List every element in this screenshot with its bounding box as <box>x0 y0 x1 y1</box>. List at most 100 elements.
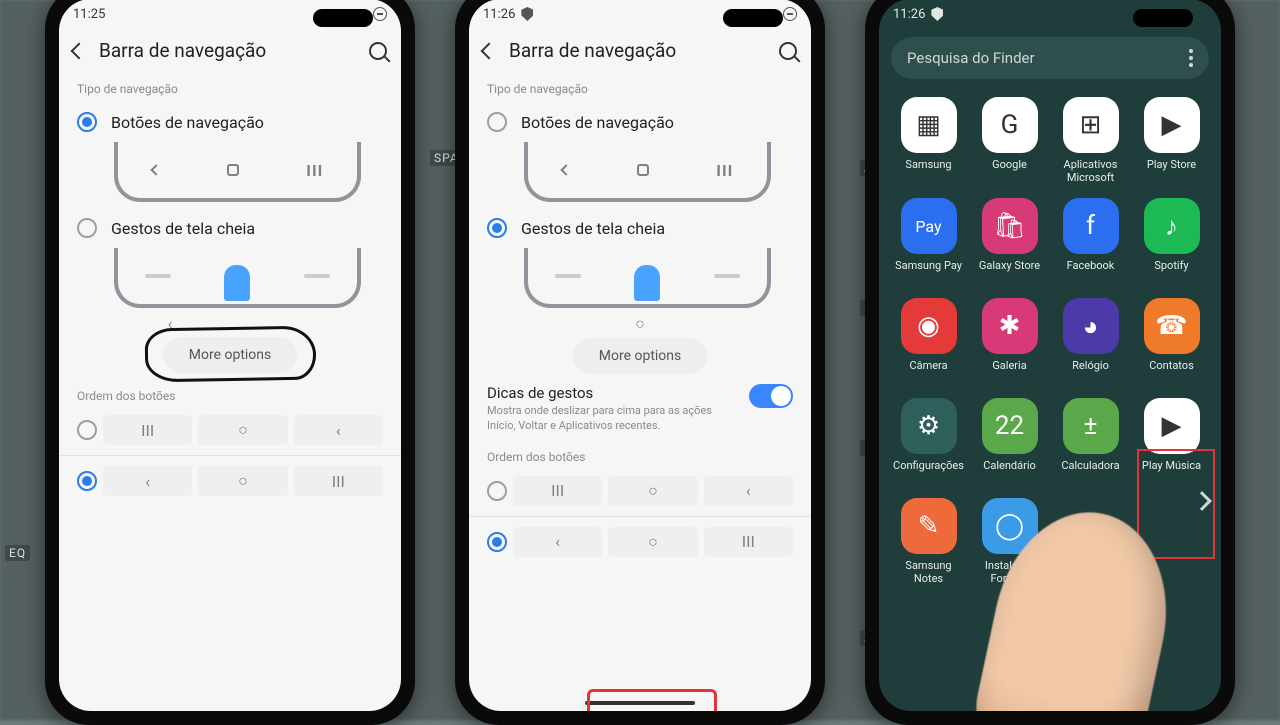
order-glyph: ○ <box>608 527 697 557</box>
app-configurações[interactable]: ⚙Configurações <box>891 398 966 484</box>
option-label: Botões de navegação <box>111 113 264 132</box>
app-icon: ◕ <box>1063 298 1119 354</box>
app-icon: ☎ <box>1144 298 1200 354</box>
order-option-2[interactable]: ‹ ○ III <box>59 460 401 502</box>
app-calendário[interactable]: 22 Calendário <box>972 398 1047 484</box>
app-relógio[interactable]: ◕Relógio <box>1053 298 1128 384</box>
option-gestures[interactable]: Gestos de tela cheia <box>59 208 401 248</box>
page-title: Barra de navegação <box>509 39 676 62</box>
option-label: Botões de navegação <box>521 113 674 132</box>
app-icon: Pay <box>901 198 957 254</box>
annotation-red-bracket <box>587 689 717 711</box>
section-nav-type: Tipo de navegação <box>469 76 811 102</box>
gesture-hints-row[interactable]: Dicas de gestos Mostra onde deslizar par… <box>469 382 811 444</box>
camera-cutout <box>723 9 783 27</box>
app-label: Calendário <box>983 460 1036 484</box>
option-gestures[interactable]: Gestos de tela cheia <box>469 208 811 248</box>
order-glyph: ‹ <box>704 476 793 506</box>
app-icon: f <box>1063 198 1119 254</box>
order-glyph: ○ <box>608 476 697 506</box>
app-icon: ◉ <box>901 298 957 354</box>
order-glyph: ‹ <box>294 415 383 445</box>
order-glyph: III <box>103 415 192 445</box>
back-glyph-icon <box>150 164 161 175</box>
gesture-bar-icon <box>145 274 171 278</box>
home-glyph-icon <box>637 164 649 176</box>
option-nav-buttons[interactable]: Botões de navegação <box>59 102 401 142</box>
app-galaxy-store[interactable]: 🛍Galaxy Store <box>972 198 1047 284</box>
order-option-1[interactable]: III ○ ‹ <box>59 409 401 451</box>
app-label: Contatos <box>1149 360 1194 384</box>
back-icon[interactable] <box>71 42 88 59</box>
shield-icon <box>931 7 943 21</box>
app-icon: ▶ <box>1144 398 1200 454</box>
app-icon: ⚙ <box>901 398 957 454</box>
app-galeria[interactable]: ✱Galeria <box>972 298 1047 384</box>
app-icon: ± <box>1063 398 1119 454</box>
app-play-store[interactable]: ▶ Play Store <box>1134 97 1209 184</box>
option-nav-buttons[interactable]: Botões de navegação <box>469 102 811 142</box>
dnd-icon <box>783 7 797 21</box>
camera-cutout <box>313 9 373 27</box>
more-options-button[interactable]: More options <box>163 337 298 373</box>
app-label: Google <box>992 159 1027 183</box>
gesture-bar-icon <box>304 274 330 278</box>
app-label: Galaxy Store <box>979 260 1040 284</box>
more-options-button[interactable]: More options <box>573 338 708 374</box>
divider <box>469 516 811 517</box>
app-label: Spotify <box>1154 260 1188 284</box>
search-icon[interactable] <box>779 42 797 60</box>
pager-indicator: ○ <box>469 314 811 334</box>
option-label: Gestos de tela cheia <box>111 219 255 238</box>
clock: 11:26 <box>893 7 925 22</box>
order-glyph: ‹ <box>513 527 602 557</box>
back-icon[interactable] <box>481 42 498 59</box>
more-menu-icon[interactable] <box>1189 49 1193 67</box>
phone-frame-2: 11:26 Barra de navegação Tipo de navegaç… <box>455 0 825 725</box>
app-samsung-pay[interactable]: PaySamsung Pay <box>891 198 966 284</box>
app-icon: ▶ <box>1144 97 1200 153</box>
home-glyph-icon <box>227 164 239 176</box>
app-câmera[interactable]: ◉Câmera <box>891 298 966 384</box>
search-placeholder: Pesquisa do Finder <box>907 49 1035 67</box>
app-calculadora[interactable]: ± Calculadora <box>1053 398 1128 484</box>
shield-icon <box>521 7 533 21</box>
app-facebook[interactable]: f Facebook <box>1053 198 1128 284</box>
radio-icon <box>487 218 507 238</box>
order-glyph: III <box>294 466 383 496</box>
app-icon: 22 <box>982 398 1038 454</box>
gesture-bar-icon <box>555 274 581 278</box>
radio-icon <box>77 218 97 238</box>
screen-1: 11:25 Barra de navegação Tipo de navegaç… <box>59 0 401 711</box>
app-label: Aplicativos Microsoft <box>1053 159 1128 184</box>
radio-icon <box>77 420 97 440</box>
phone-frame-1: 11:25 Barra de navegação Tipo de navegaç… <box>45 0 415 725</box>
gesture-bar-icon <box>714 274 740 278</box>
app-icon: ♪ <box>1144 198 1200 254</box>
app-aplicativos-microsoft[interactable]: ⊞Aplicativos Microsoft <box>1053 97 1128 184</box>
app-label: Calculadora <box>1061 460 1119 484</box>
search-icon[interactable] <box>369 42 387 60</box>
section-button-order: Ordem dos botões <box>59 383 401 409</box>
app-google[interactable]: G Google <box>972 97 1047 184</box>
option-label: Gestos de tela cheia <box>521 219 665 238</box>
app-label: Galeria <box>992 360 1026 384</box>
section-button-order: Ordem dos botões <box>469 444 811 470</box>
screen-2: 11:26 Barra de navegação Tipo de navegaç… <box>469 0 811 711</box>
order-glyph: ○ <box>198 466 287 496</box>
app-label: Play Store <box>1147 159 1196 183</box>
camera-cutout <box>1133 9 1193 27</box>
nav-buttons-preview: III <box>524 142 771 202</box>
app-spotify[interactable]: ♪ Spotify <box>1134 198 1209 284</box>
gesture-hints-toggle[interactable] <box>749 384 793 408</box>
app-icon: G <box>982 97 1038 153</box>
phone-frame-3: 11:26 Pesquisa do Finder ▦Samsung G Google… <box>865 0 1235 725</box>
settings-header: Barra de navegação <box>59 29 401 76</box>
order-option-2[interactable]: ‹ ○ III <box>469 521 811 563</box>
order-option-1[interactable]: III ○ ‹ <box>469 470 811 512</box>
app-samsung-notes[interactable]: ✎Samsung Notes <box>891 498 966 585</box>
app-contatos[interactable]: ☎ Contatos <box>1134 298 1209 384</box>
app-label: Facebook <box>1067 260 1115 284</box>
finder-search[interactable]: Pesquisa do Finder <box>891 37 1209 79</box>
app-samsung[interactable]: ▦Samsung <box>891 97 966 184</box>
